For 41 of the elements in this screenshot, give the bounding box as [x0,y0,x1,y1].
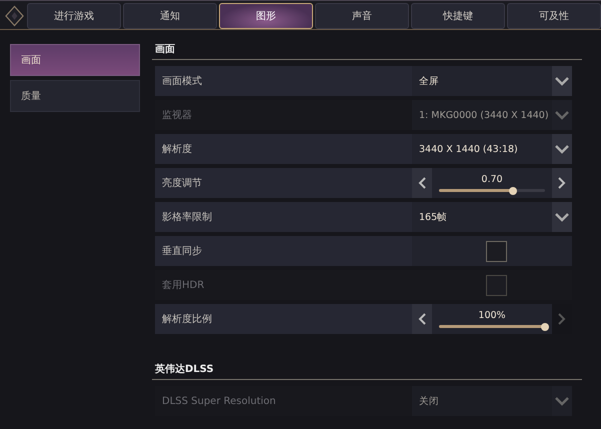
tab[interactable]: 声音 [315,3,409,29]
setting-label: 解析度比例 [161,312,213,327]
setting-label: 影格率限制 [161,210,213,225]
setting-label: 监视器 [161,108,193,123]
slider-thumb[interactable] [509,186,518,194]
right-chevron-icon [558,313,566,325]
setting-label: DLSS Super Resolution [161,394,277,408]
section-title: 画面 [154,43,176,57]
dropdown-caret-icon[interactable] [552,66,572,96]
right-chevron-icon [558,177,566,189]
diamond-arrow-icon[interactable] [4,4,25,28]
tab[interactable]: 图形 [219,3,313,29]
decrease-button[interactable] [412,168,432,198]
slider-value: 0.70 [481,174,503,185]
section-title: 英伟达DLSS [154,362,215,377]
dropdown-caret-icon[interactable] [552,386,572,416]
slider-value: 100% [478,310,506,321]
setting-label: 亮度调节 [161,176,203,191]
dropdown-caret-icon[interactable] [552,202,572,232]
setting-label: 解析度 [161,142,193,157]
dropdown-value[interactable]: 165帧 [412,202,552,232]
setting-label: 套用HDR [161,279,206,293]
dropdown-value[interactable]: 3440 X 1440 (43:18) [412,134,552,164]
setting-label: 垂直同步 [161,244,203,259]
increase-button[interactable] [552,168,572,198]
sidebar-item[interactable]: 画面 [10,44,140,76]
slider-track[interactable] [439,189,545,192]
dropdown-caret-icon[interactable] [552,134,572,164]
left-chevron-icon [418,313,426,325]
slider-thumb[interactable] [541,322,549,330]
tab[interactable]: 快捷键 [411,3,505,29]
tab[interactable]: 进行游戏 [27,3,121,29]
dropdown-caret-icon[interactable] [552,100,572,130]
dropdown-value[interactable]: 全屏 [412,66,552,96]
left-chevron-icon [418,177,426,189]
checkbox[interactable] [486,240,507,262]
tab[interactable]: 通知 [123,3,217,29]
setting-label: 画面模式 [161,74,203,89]
tab[interactable]: 可及性 [507,3,601,29]
sidebar-item[interactable]: 质量 [10,80,140,112]
decrease-button[interactable] [412,304,432,334]
